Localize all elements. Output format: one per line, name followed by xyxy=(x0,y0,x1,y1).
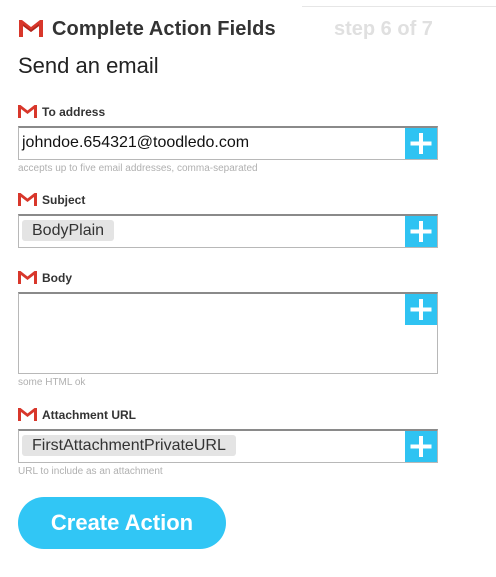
field-label-text: Subject xyxy=(42,193,86,207)
page-title: Complete Action Fields xyxy=(52,18,276,40)
field-label: To address xyxy=(18,104,438,120)
divider xyxy=(302,6,496,7)
subject-input[interactable]: BodyPlain xyxy=(18,214,438,248)
ingredient-token[interactable]: FirstAttachmentPrivateURL xyxy=(22,435,236,456)
plus-icon xyxy=(410,221,432,242)
body-textarea[interactable] xyxy=(18,292,438,374)
field-label: Body xyxy=(18,270,438,286)
gmail-icon xyxy=(18,104,37,118)
field-to-address: To address johndoe.654321@toodledo.com a… xyxy=(18,104,438,174)
field-subject: Subject BodyPlain xyxy=(18,192,438,248)
gmail-icon xyxy=(18,407,37,421)
add-ingredient-button[interactable] xyxy=(405,216,437,247)
field-hint: some HTML ok xyxy=(18,377,86,388)
attachment-url-input[interactable]: FirstAttachmentPrivateURL xyxy=(18,429,438,463)
add-ingredient-button[interactable] xyxy=(405,294,437,325)
action-fields-page: Complete Action Fields step 6 of 7 Send … xyxy=(0,0,496,577)
action-name: Send an email xyxy=(18,53,159,78)
plus-icon xyxy=(410,436,432,457)
add-ingredient-button[interactable] xyxy=(405,431,437,462)
field-attachment-url: Attachment URL FirstAttachmentPrivateURL… xyxy=(18,407,438,477)
field-label: Attachment URL xyxy=(18,407,438,423)
plus-icon xyxy=(410,133,432,154)
plus-icon xyxy=(410,299,432,320)
gmail-icon xyxy=(18,192,37,206)
field-body: Body some HTML ok xyxy=(18,270,438,388)
field-hint: URL to include as an attachment xyxy=(18,466,163,477)
field-label: Subject xyxy=(18,192,438,208)
field-hint: accepts up to five email addresses, comm… xyxy=(18,163,258,174)
step-indicator: step 6 of 7 xyxy=(334,18,433,40)
gmail-icon xyxy=(18,18,44,38)
to-address-input[interactable]: johndoe.654321@toodledo.com xyxy=(18,126,438,160)
create-action-button[interactable]: Create Action xyxy=(18,497,226,549)
header: Complete Action Fields step 6 of 7 xyxy=(18,16,496,44)
to-address-value: johndoe.654321@toodledo.com xyxy=(22,134,250,151)
ingredient-token[interactable]: BodyPlain xyxy=(22,220,115,241)
field-label-text: Attachment URL xyxy=(42,408,137,422)
field-label-text: To address xyxy=(42,105,106,119)
field-label-text: Body xyxy=(42,271,72,285)
gmail-icon xyxy=(18,270,37,284)
add-ingredient-button[interactable] xyxy=(405,128,437,159)
